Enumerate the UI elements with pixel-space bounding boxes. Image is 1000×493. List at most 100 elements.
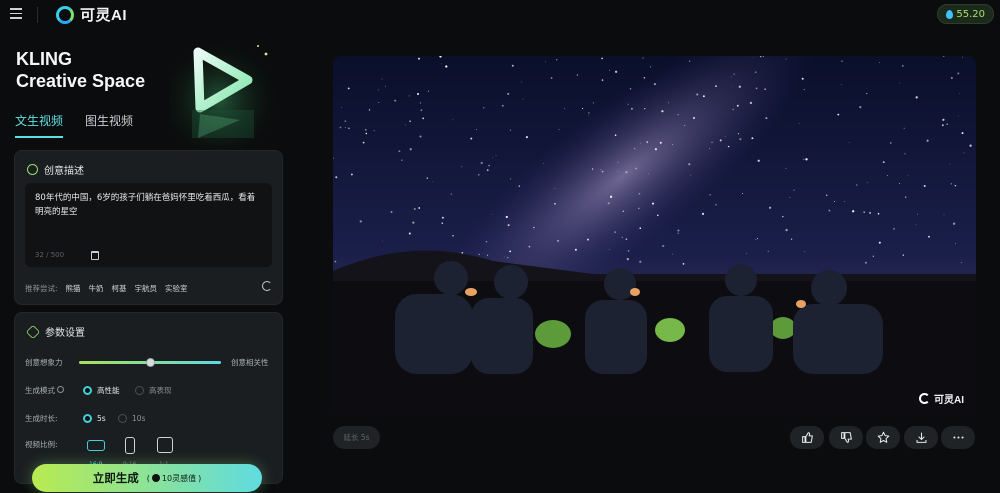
- star: [488, 164, 490, 167]
- star: [844, 201, 846, 202]
- mode-option-high-quality[interactable]: 高表现: [135, 385, 172, 396]
- star: [588, 115, 589, 116]
- star: [509, 250, 512, 253]
- star: [682, 263, 685, 265]
- star: [915, 96, 918, 99]
- suggestion-chip[interactable]: 柯基: [112, 283, 127, 294]
- star: [677, 229, 680, 232]
- slider-handle[interactable]: [145, 358, 155, 367]
- prompt-card-header: 创意描述: [27, 162, 84, 177]
- star: [419, 102, 422, 104]
- thumbs-down-button[interactable]: [829, 426, 863, 449]
- creativity-slider[interactable]: [79, 358, 221, 367]
- refresh-icon[interactable]: [262, 281, 272, 291]
- credits-value: 55.20: [956, 8, 985, 20]
- radio-selected[interactable]: [83, 386, 92, 395]
- generate-button[interactable]: 立即生成 (10灵感值): [32, 464, 262, 492]
- star: [627, 250, 630, 252]
- app-logo[interactable]: 可灵AI: [56, 4, 127, 25]
- prompt-textarea[interactable]: 80年代的中国，6岁的孩子们躺在爸妈怀里吃着西瓜，看着明亮的星空 32 / 50…: [25, 183, 272, 267]
- star: [409, 120, 411, 122]
- star: [507, 224, 510, 227]
- more-icon: [952, 436, 964, 439]
- duration-row: 生成时长: 5s 10s: [25, 413, 145, 424]
- top-bar: 可灵AI 55.20: [0, 0, 1000, 30]
- star: [959, 92, 961, 94]
- mode-option-high-performance[interactable]: 高性能: [83, 385, 135, 396]
- star: [480, 161, 483, 165]
- star: [711, 141, 713, 143]
- star: [639, 227, 642, 230]
- thumbs-up-button[interactable]: [790, 426, 824, 449]
- star: [621, 236, 623, 239]
- star: [762, 56, 764, 58]
- extend-button[interactable]: 延长 5s: [333, 426, 380, 449]
- ratio-1-1-icon[interactable]: [157, 437, 173, 453]
- star: [525, 135, 529, 139]
- favorite-button[interactable]: [866, 426, 900, 449]
- suggestion-chip[interactable]: 牛奶: [89, 283, 104, 294]
- star: [943, 214, 945, 216]
- download-button[interactable]: [904, 426, 938, 449]
- suggestion-chip[interactable]: 宇航员: [135, 283, 158, 294]
- info-icon[interactable]: [57, 386, 65, 393]
- credits-badge[interactable]: 55.20: [937, 4, 994, 24]
- star: [928, 235, 930, 238]
- star: [719, 139, 722, 142]
- star: [659, 141, 662, 144]
- duration-option-10s[interactable]: 10s: [118, 414, 145, 423]
- star: [907, 175, 909, 176]
- ratio-16-9-icon[interactable]: [87, 440, 105, 451]
- star: [661, 110, 664, 113]
- drop-icon: [946, 9, 954, 19]
- star: [350, 173, 353, 176]
- ratio-9-16-icon[interactable]: [125, 437, 135, 454]
- menu-icon[interactable]: [10, 8, 22, 20]
- star: [413, 207, 416, 211]
- star: [625, 171, 628, 174]
- star: [378, 102, 380, 104]
- star: [742, 193, 744, 194]
- prompt-text[interactable]: 80年代的中国，6岁的孩子们躺在爸妈怀里吃着西瓜，看着明亮的星空: [35, 191, 262, 219]
- suggestion-chip[interactable]: 熊猫: [66, 283, 81, 294]
- prompt-card: 创意描述 80年代的中国，6岁的孩子们躺在爸妈怀里吃着西瓜，看着明亮的星空 32…: [14, 150, 283, 305]
- tab-text-to-video[interactable]: 文生视频: [15, 112, 64, 138]
- star: [483, 107, 485, 109]
- star: [381, 78, 383, 80]
- star: [347, 87, 350, 90]
- radio-unselected[interactable]: [118, 414, 127, 423]
- star: [878, 62, 880, 63]
- star: [638, 207, 640, 209]
- suggestion-chip[interactable]: 实验室: [165, 283, 188, 294]
- star: [751, 137, 754, 140]
- more-button[interactable]: [941, 426, 975, 449]
- radio-unselected[interactable]: [135, 386, 144, 395]
- star: [886, 175, 889, 177]
- star: [882, 161, 885, 164]
- duration-option-5s[interactable]: 5s: [83, 414, 118, 423]
- mode-label: 生成模式: [25, 385, 83, 396]
- star: [445, 65, 448, 68]
- star: [401, 159, 403, 161]
- star: [591, 168, 594, 170]
- star: [601, 79, 604, 81]
- star: [520, 81, 522, 83]
- star: [334, 260, 337, 263]
- star: [617, 161, 619, 163]
- star: [501, 104, 504, 107]
- star: [470, 137, 473, 140]
- suggestion-row: 推荐尝试: 熊猫 牛奶 柯基 宇航员 实验室: [25, 283, 188, 294]
- video-preview[interactable]: 可灵AI: [333, 56, 976, 416]
- star: [408, 95, 410, 97]
- star: [837, 113, 840, 116]
- star: [715, 203, 717, 206]
- star: [509, 129, 512, 131]
- brand-line-1: KLING: [16, 49, 72, 69]
- star: [890, 142, 892, 144]
- radio-selected[interactable]: [83, 414, 92, 423]
- star: [739, 138, 742, 141]
- star: [917, 213, 919, 215]
- trash-icon[interactable]: [91, 251, 99, 260]
- star: [692, 116, 696, 120]
- tab-image-to-video[interactable]: 图生视频: [85, 112, 133, 138]
